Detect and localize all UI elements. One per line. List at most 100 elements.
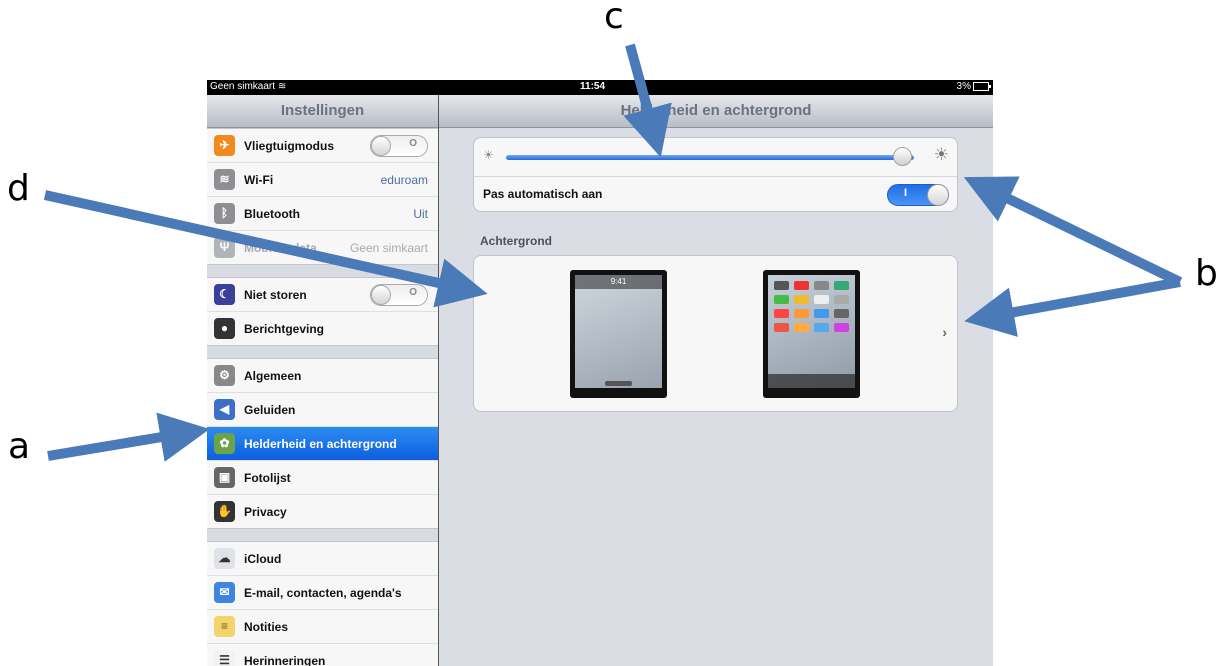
arrow-b-lower (964, 277, 1181, 337)
battery-indicator: 3% (957, 81, 991, 92)
sidebar-item-mobiele-data[interactable]: Ψ Mobiele data Geen simkaart (207, 231, 438, 264)
switch-knob (927, 184, 949, 206)
switch-on-label: I (904, 187, 908, 199)
battery-icon (973, 81, 991, 91)
wallpaper-card[interactable]: 9:41 › (473, 255, 958, 412)
lock-screen-preview: 9:41 (575, 275, 662, 388)
annotation-b: b (1195, 253, 1218, 294)
ipad-screen: Geen simkaart ≋ 11:54 3% Instellingen ✈ V… (207, 80, 993, 666)
sidebar-item-label: Algemeen (244, 368, 302, 383)
wifi-icon: ≋ (214, 169, 235, 190)
sidebar-item-label: Geluiden (244, 402, 296, 417)
sidebar-item-value: Uit (413, 206, 428, 221)
brightness-slider-track[interactable] (506, 155, 914, 160)
hand-icon: ✋ (214, 501, 235, 522)
annotation-d: d (7, 168, 30, 209)
auto-brightness-label: Pas automatisch aan (483, 187, 603, 201)
brightness-high-icon: ☀ (933, 145, 949, 164)
app-icon-grid (774, 281, 849, 332)
chevron-right-icon: › (942, 324, 947, 340)
sidebar-item-privacy[interactable]: ✋ Privacy (207, 495, 438, 528)
brightness-slider-thumb[interactable] (892, 147, 912, 166)
speaker-icon: ◀ (214, 399, 235, 420)
lock-screen-wallpaper-thumbnail[interactable]: 9:41 (570, 270, 667, 398)
sidebar-title: Instellingen (207, 95, 438, 128)
annotation-a: a (8, 426, 31, 467)
sidebar-item-fotolijst[interactable]: ▣ Fotolijst (207, 461, 438, 495)
notes-icon: ≡ (214, 616, 235, 637)
annotation-c: c (604, 0, 624, 37)
page-title: Helderheid en achtergrond (439, 95, 993, 128)
settings-group: ✈ Vliegtuigmodus O ≋ Wi-Fi eduroam ᛒ Bluetooth U… (207, 128, 438, 265)
antenna-icon: Ψ (214, 237, 235, 258)
clock: 11:54 (580, 81, 606, 92)
bluetooth-icon: ᛒ (214, 203, 235, 224)
wifi-signal-icon: ≋ (277, 81, 287, 92)
settings-sidebar: Instellingen ✈ Vliegtuigmodus O ≋ Wi-Fi eduro… (207, 95, 439, 666)
brightness-low-icon: ☀ (483, 148, 494, 162)
sidebar-item-label: Privacy (244, 504, 287, 519)
sidebar-item-label: E-mail, contacten, agenda's (244, 585, 402, 600)
arrow-a (47, 412, 210, 462)
moon-icon: ☾ (214, 284, 235, 305)
settings-group: ☾ Niet storen O ● Berichtgeving (207, 277, 438, 346)
brightness-card: ☀ ☀ Pas automatisch aan I (473, 137, 958, 212)
sidebar-groups: ✈ Vliegtuigmodus O ≋ Wi-Fi eduroam ᛒ Bluetooth U… (207, 128, 438, 666)
toggle-switch[interactable]: O (370, 134, 428, 157)
slide-to-unlock-bar (605, 381, 632, 386)
settings-group: ⚙ Algemeen ◀ Geluiden ✿ Helderheid en achterg… (207, 358, 438, 529)
sidebar-item-label: Bluetooth (244, 206, 300, 221)
sidebar-item-wi-fi[interactable]: ≋ Wi-Fi eduroam (207, 163, 438, 197)
sidebar-item-e-mail-contacten-agenda-s[interactable]: ✉ E-mail, contacten, agenda's (207, 576, 438, 610)
switch-knob (371, 284, 391, 305)
reminders-icon: ☰ (214, 650, 235, 666)
sidebar-item-value: eduroam (380, 172, 428, 187)
sidebar-item-label: Niet storen (244, 287, 307, 302)
detail-pane: Helderheid en achtergrond ☀ ☀ Pas automa… (439, 95, 993, 666)
status-bar: Geen simkaart ≋ 11:54 3% (207, 80, 993, 95)
switch-off-label: O (409, 137, 417, 149)
mail-icon: ✉ (214, 582, 235, 603)
airplane-icon: ✈ (214, 135, 235, 156)
home-screen-preview (768, 275, 855, 388)
sidebar-item-herinneringen[interactable]: ☰ Herinneringen (207, 644, 438, 666)
arrow-b-upper (963, 176, 1183, 287)
sidebar-item-vliegtuigmodus[interactable]: ✈ Vliegtuigmodus O (207, 129, 438, 163)
sidebar-item-label: Vliegtuigmodus (244, 138, 334, 153)
carrier-label: Geen simkaart ≋ (210, 81, 287, 92)
sidebar-item-niet-storen[interactable]: ☾ Niet storen O (207, 278, 438, 312)
sidebar-item-label: Notities (244, 619, 289, 634)
sidebar-item-helderheid-en-achtergrond[interactable]: ✿ Helderheid en achtergrond (207, 427, 438, 461)
sidebar-item-geluiden[interactable]: ◀ Geluiden (207, 393, 438, 427)
sidebar-item-notities[interactable]: ≡ Notities (207, 610, 438, 644)
sidebar-item-label: Mobiele data (244, 240, 317, 255)
sidebar-item-label: Wi-Fi (244, 172, 274, 187)
cloud-icon: ☁ (214, 548, 235, 569)
sidebar-item-label: Fotolijst (244, 470, 291, 485)
dock (768, 374, 855, 388)
wallpaper-icon: ✿ (214, 433, 235, 454)
switch-off-label: O (409, 286, 417, 298)
sidebar-item-label: Helderheid en achtergrond (244, 436, 397, 451)
settings-group: ☁ iCloud ✉ E-mail, contacten, agenda's ≡ Noti… (207, 541, 438, 666)
home-screen-wallpaper-thumbnail[interactable] (763, 270, 860, 398)
sidebar-item-label: iCloud (244, 551, 282, 566)
brightness-slider-row: ☀ ☀ (474, 138, 957, 177)
wallpaper-section-title: Achtergrond (480, 234, 552, 248)
auto-brightness-switch[interactable]: I (887, 184, 949, 206)
sidebar-item-label: Herinneringen (244, 653, 326, 666)
toggle-switch[interactable]: O (370, 283, 428, 306)
sidebar-item-label: Berichtgeving (244, 321, 325, 336)
gear-icon: ⚙ (214, 365, 235, 386)
auto-brightness-row: Pas automatisch aan I (474, 177, 957, 211)
sidebar-item-icloud[interactable]: ☁ iCloud (207, 542, 438, 576)
lock-screen-time: 9:41 (575, 275, 662, 289)
sidebar-item-berichtgeving[interactable]: ● Berichtgeving (207, 312, 438, 345)
sidebar-item-bluetooth[interactable]: ᛒ Bluetooth Uit (207, 197, 438, 231)
switch-knob (371, 135, 391, 156)
sidebar-item-algemeen[interactable]: ⚙ Algemeen (207, 359, 438, 393)
sidebar-item-value: Geen simkaart (349, 240, 428, 255)
